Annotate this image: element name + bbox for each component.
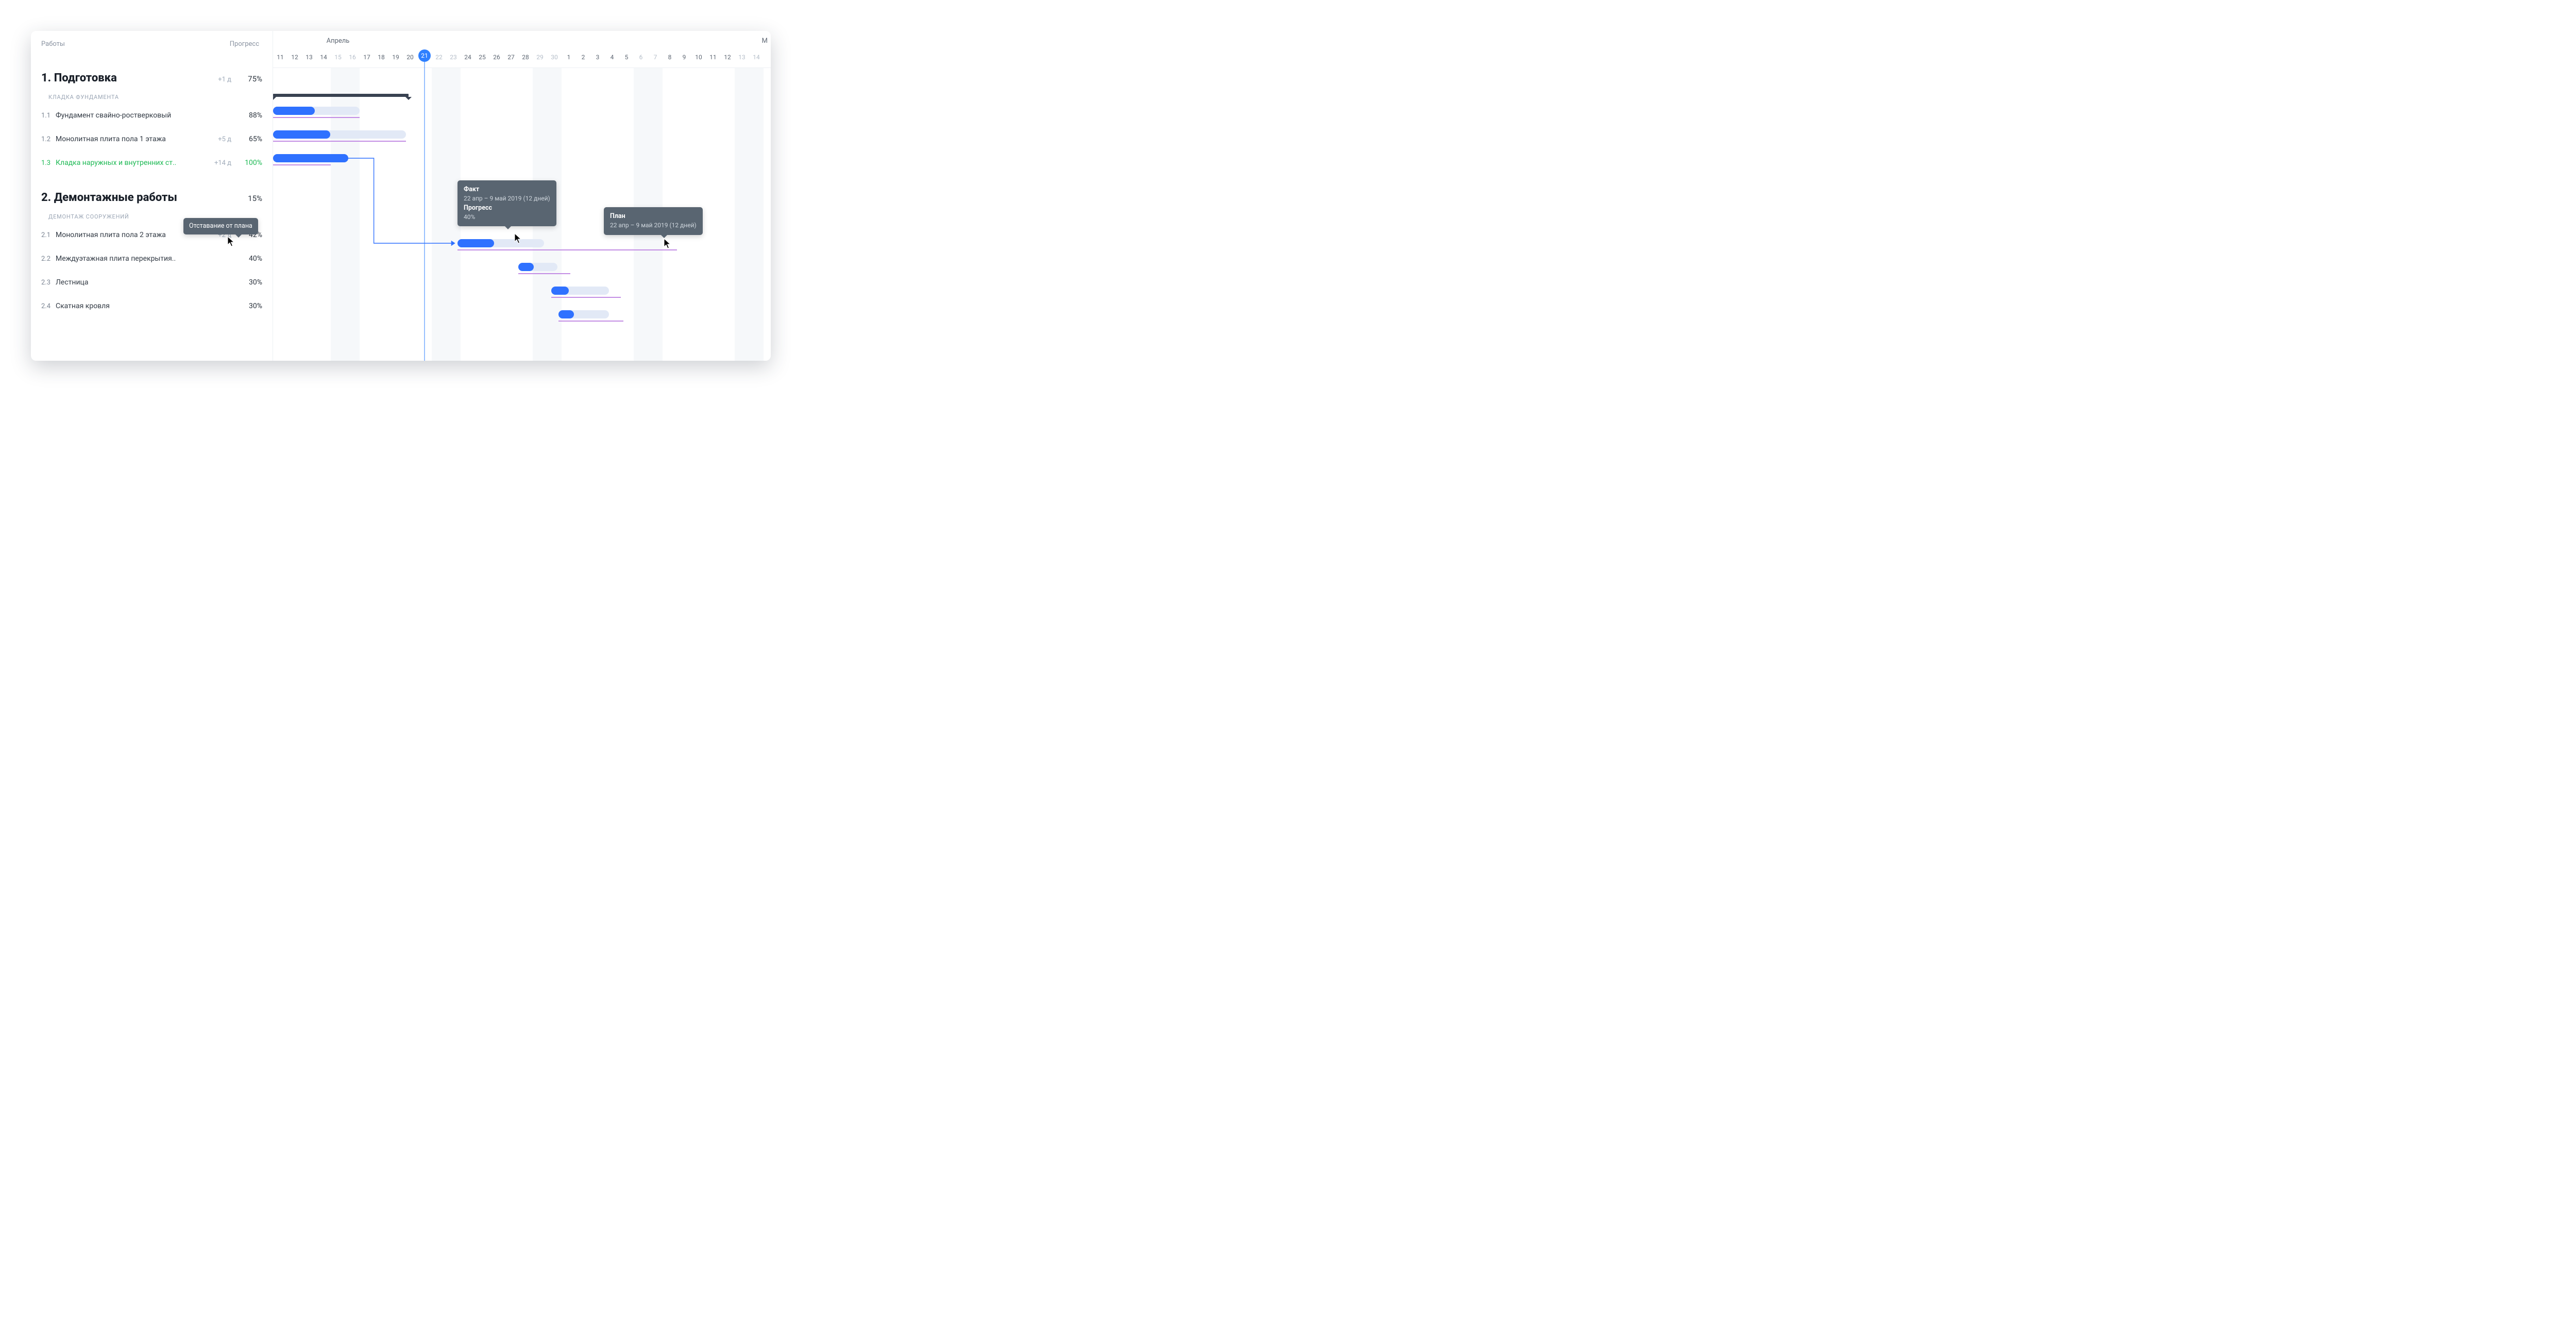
group-header-1[interactable]: 1. Подготовка +1 д 75%: [31, 48, 273, 85]
gantt-bar-2-4[interactable]: [558, 310, 609, 318]
timeline-panel[interactable]: Апрель 111213141516171819202122232425262…: [273, 31, 771, 361]
timeline-day: 15: [331, 52, 345, 63]
timeline-day: 26: [489, 52, 504, 63]
timeline-day: 11: [273, 52, 287, 63]
next-month-hint: М: [762, 37, 768, 45]
group-delay: +1 д: [208, 76, 231, 83]
gantt-plan-line: [457, 249, 677, 250]
gantt-bar-2-2[interactable]: [518, 263, 557, 271]
timeline-day: 8: [663, 52, 677, 63]
gantt-plan-line: [518, 273, 570, 274]
timeline-day: 12: [720, 52, 735, 63]
gantt-bar-1-2[interactable]: [273, 130, 406, 139]
timeline-day: 5: [619, 52, 634, 63]
task-row-1-2[interactable]: 1.2 Монолитная плита пола 1 этажа +5 д 6…: [31, 127, 273, 151]
group-summary-bar-1[interactable]: [273, 94, 409, 97]
cursor-icon: [227, 236, 235, 247]
timeline-day: 18: [374, 52, 388, 63]
timeline-day: 4: [605, 52, 619, 63]
col-works-header: Работы: [41, 40, 218, 48]
tooltip-fact: Факт 22 апр – 9 май 2019 (12 дней) Прогр…: [457, 180, 556, 226]
timeline-day: 22: [432, 52, 446, 63]
timeline-day: 14: [316, 52, 331, 63]
timeline-day: 23: [446, 52, 461, 63]
gantt-bar-2-3[interactable]: [551, 287, 609, 295]
timeline-body[interactable]: Факт 22 апр – 9 май 2019 (12 дней) Прогр…: [273, 68, 771, 361]
timeline-day: 9: [677, 52, 691, 63]
timeline-day: 14: [749, 52, 764, 63]
timeline-day: 12: [287, 52, 302, 63]
timeline-header: Апрель 111213141516171819202122232425262…: [273, 31, 771, 68]
tooltip-delay: Отставание от плана: [183, 218, 258, 234]
timeline-day: 20: [403, 52, 417, 63]
group-progress: 15%: [241, 194, 262, 203]
timeline-day: 25: [475, 52, 489, 63]
timeline-day: 17: [360, 52, 374, 63]
timeline-day: 29: [533, 52, 547, 63]
timeline-day: 1: [562, 52, 576, 63]
task-row-2-3[interactable]: 2.3 Лестница 30%: [31, 271, 273, 294]
gantt-plan-line: [551, 297, 620, 298]
tooltip-plan: План 22 апр – 9 май 2019 (12 дней): [604, 207, 703, 235]
timeline-day: 30: [547, 52, 562, 63]
task-list-header: Работы Прогресс: [31, 31, 273, 48]
gantt-bar-2-1[interactable]: [457, 239, 544, 247]
cursor-icon: [514, 233, 522, 244]
gantt-bar-1-1[interactable]: [273, 107, 360, 115]
gantt-card: Работы Прогресс 1. Подготовка +1 д 75% К…: [31, 31, 771, 361]
group-title: 2. Демонтажные работы: [41, 191, 208, 204]
cursor-icon: [664, 238, 672, 249]
gantt-plan-line: [273, 117, 360, 118]
gantt-plan-line: [273, 141, 406, 142]
today-marker: 21: [418, 49, 431, 62]
timeline-day: 19: [388, 52, 403, 63]
timeline-day: 24: [461, 52, 475, 63]
gantt-plan-line: [273, 164, 331, 165]
task-row-1-1[interactable]: 1.1 Фундамент свайно-ростверковый 88%: [31, 104, 273, 127]
timeline-day: 28: [518, 52, 533, 63]
timeline-day: 2: [576, 52, 590, 63]
timeline-day: 11: [706, 52, 720, 63]
timeline-month-label: Апрель: [327, 37, 350, 45]
timeline-day: 3: [590, 52, 605, 63]
group-header-2[interactable]: 2. Демонтажные работы 15%: [31, 175, 273, 204]
timeline-day: 6: [634, 52, 648, 63]
gantt-bar-1-3[interactable]: [273, 154, 348, 162]
timeline-day: 13: [735, 52, 749, 63]
group-title: 1. Подготовка: [41, 72, 208, 85]
task-list-panel: Работы Прогресс 1. Подготовка +1 д 75% К…: [31, 31, 273, 361]
subgroup-label-1: КЛАДКА ФУНДАМЕНТА: [31, 85, 273, 104]
timeline-day: 16: [345, 52, 360, 63]
timeline-day: 27: [504, 52, 518, 63]
timeline-days-row: 1112131415161718192021222324252627282930…: [273, 52, 771, 63]
task-row-2-2[interactable]: 2.2 Междуэтажная плита перекрытия.. 40%: [31, 247, 273, 271]
gantt-plan-line: [558, 321, 623, 322]
task-row-1-3[interactable]: 1.3 Кладка наружных и внутренних ст.. +1…: [31, 151, 273, 175]
timeline-day: 7: [648, 52, 663, 63]
group-progress: 75%: [241, 74, 262, 83]
task-row-2-4[interactable]: 2.4 Скатная кровля 30%: [31, 294, 273, 318]
col-progress-header: Прогресс: [218, 40, 259, 48]
timeline-day: 13: [302, 52, 316, 63]
timeline-day: 10: [691, 52, 706, 63]
